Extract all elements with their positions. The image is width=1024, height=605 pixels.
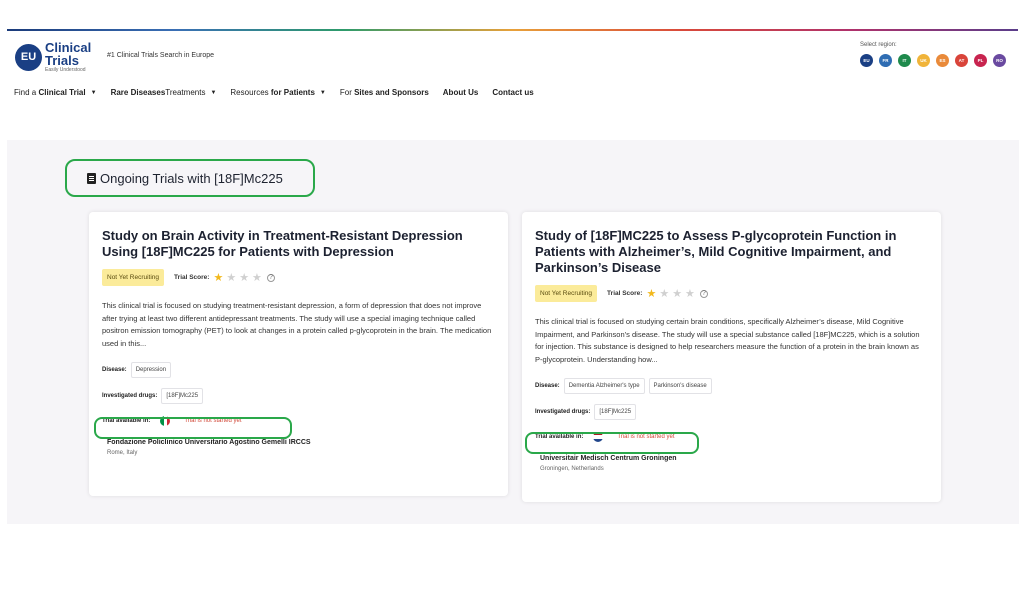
nav-sites-sponsors[interactable]: For Sites and Sponsors [340, 88, 429, 97]
region-eu[interactable]: EU [860, 54, 873, 67]
site-location: Groningen, Netherlands [540, 466, 604, 472]
star-icon: ★★★ [659, 288, 698, 300]
score-label: Trial Score: [607, 290, 643, 297]
nav-find-trial[interactable]: Find a Clinical Trial ▼ [14, 88, 97, 97]
region-selector: Select region: EU FR IT UK ES AT PL RO [860, 42, 1006, 67]
help-icon[interactable]: ? [266, 273, 275, 282]
trial-title[interactable]: Study of [18F]MC225 to Assess P-glycopro… [535, 228, 928, 276]
disease-chip[interactable]: Parkinson's disease [648, 378, 712, 394]
logo-tag: Easily Understood [45, 67, 86, 73]
site-location: Rome, Italy [107, 450, 138, 456]
star-icon: ★ [646, 288, 660, 300]
trial-title[interactable]: Study on Brain Activity in Treatment-Res… [102, 228, 495, 260]
main-nav: Find a Clinical Trial ▼ Rare Diseases Tr… [14, 88, 548, 97]
drugs-label: Investigated drugs: [535, 409, 591, 415]
nav-about[interactable]: About Us [443, 88, 479, 97]
score-label: Trial Score: [174, 274, 210, 281]
highlight-section-title [65, 159, 315, 197]
disease-label: Disease: [535, 383, 560, 389]
site-name[interactable]: Universitair Medisch Centrum Groningen [535, 455, 928, 462]
logo-line2: Trials [45, 53, 79, 68]
header: EU Clinical Trials Easily Understood #1 … [0, 34, 1024, 74]
highlight-availability [94, 417, 292, 439]
tagline: #1 Clinical Trials Search in Europe [107, 52, 214, 59]
trial-description: This clinical trial is focused on studyi… [535, 317, 920, 364]
region-it[interactable]: IT [898, 54, 911, 67]
region-fr[interactable]: FR [879, 54, 892, 67]
status-badge: Not Yet Recruiting [535, 285, 598, 302]
trial-description: This clinical trial is focused on studyi… [102, 301, 492, 348]
star-icon: ★★★ [226, 272, 265, 284]
star-icon: ★ [213, 272, 227, 284]
region-pl[interactable]: PL [974, 54, 987, 67]
trial-score-stars: ★★★★ [646, 287, 697, 300]
disease-chip[interactable]: Depression [130, 362, 172, 378]
help-icon[interactable]: ? [699, 289, 708, 298]
drug-chip[interactable]: [18F]Mc225 [594, 404, 637, 420]
caret-down-icon: ▼ [319, 89, 326, 96]
nav-contact[interactable]: Contact us [492, 88, 533, 97]
trial-card[interactable]: Study on Brain Activity in Treatment-Res… [89, 212, 508, 496]
top-gradient-line [7, 29, 1018, 31]
disease-chip[interactable]: Dementia Alzheimer's type [563, 378, 645, 394]
trial-card[interactable]: Study of [18F]MC225 to Assess P-glycopro… [522, 212, 941, 502]
region-label: Select region: [860, 42, 897, 48]
status-badge: Not Yet Recruiting [102, 269, 165, 286]
logo-badge: EU [15, 43, 42, 71]
nav-resources[interactable]: Resources for Patients ▼ [230, 88, 325, 97]
drugs-label: Investigated drugs: [102, 393, 158, 399]
trial-score-stars: ★★★★ [213, 271, 264, 284]
region-uk[interactable]: UK [917, 54, 930, 67]
caret-down-icon: ▼ [90, 89, 97, 96]
region-at[interactable]: AT [955, 54, 968, 67]
caret-down-icon: ▼ [210, 89, 217, 96]
region-ro[interactable]: RO [993, 54, 1006, 67]
nav-rare-diseases[interactable]: Rare Diseases Treatments ▼ [111, 88, 217, 97]
site-name[interactable]: Fondazione Policlinico Universitario Ago… [102, 439, 495, 446]
highlight-availability [525, 432, 699, 454]
region-es[interactable]: ES [936, 54, 949, 67]
drug-chip[interactable]: [18F]Mc225 [161, 388, 204, 404]
disease-label: Disease: [102, 367, 127, 373]
site-logo[interactable]: EU Clinical Trials Easily Understood [15, 41, 91, 73]
